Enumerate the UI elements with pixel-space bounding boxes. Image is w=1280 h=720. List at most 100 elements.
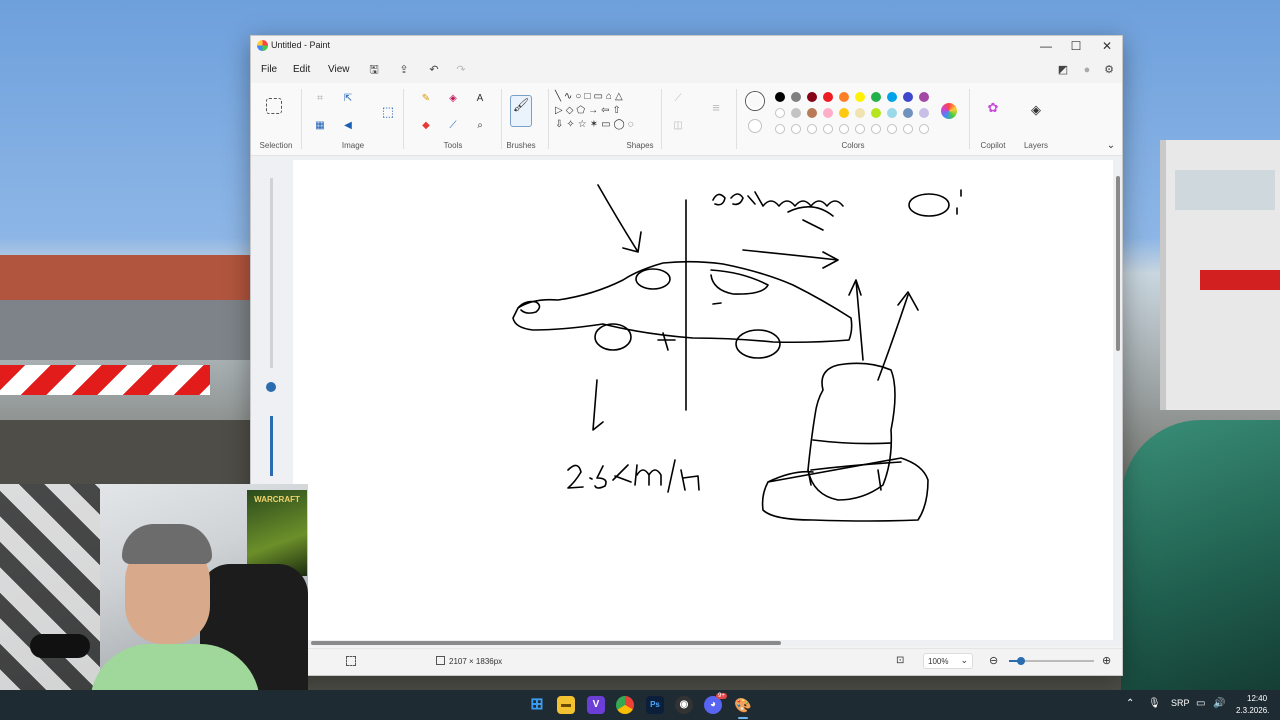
fit-to-window-icon[interactable]: ⊡	[896, 655, 904, 666]
secondary-color-swatch[interactable]	[748, 119, 762, 133]
drawing-canvas[interactable]	[293, 160, 1113, 640]
custom-color-slot[interactable]	[839, 124, 849, 134]
color-swatch[interactable]	[919, 92, 929, 102]
undo-icon[interactable]: ↶	[426, 62, 442, 78]
custom-color-slot[interactable]	[775, 124, 785, 134]
paint-taskbar-icon[interactable]: 🎨	[734, 696, 752, 714]
menu-view[interactable]: View	[328, 64, 350, 75]
color-swatch[interactable]	[903, 108, 913, 118]
color-swatch[interactable]	[855, 92, 865, 102]
color-swatch[interactable]	[839, 92, 849, 102]
redo-icon[interactable]: ↷	[453, 62, 469, 78]
ribbon-separator	[548, 89, 549, 149]
color-swatch[interactable]	[839, 108, 849, 118]
start-icon[interactable]: ⊞	[528, 696, 546, 714]
save-icon[interactable]: 🖫	[366, 62, 382, 78]
color-swatch[interactable]	[807, 108, 817, 118]
color-swatch[interactable]	[871, 92, 881, 102]
custom-color-slot[interactable]	[887, 124, 897, 134]
menu-edit[interactable]: Edit	[293, 64, 310, 75]
zoom-select[interactable]: 100% ⌄	[923, 653, 973, 669]
status-bar: 2107 × 1836px ⊡ 100% ⌄ ⊖ ⊕	[251, 648, 1122, 675]
visual-studio-icon[interactable]: V	[587, 696, 605, 714]
color-swatch[interactable]	[775, 92, 785, 102]
ribbon-collapse-chevron-icon[interactable]: ⌄	[1104, 139, 1118, 153]
rotate-icon[interactable]: ◀	[341, 119, 355, 133]
maximize-button[interactable]: ☐	[1061, 36, 1091, 56]
select-all-icon[interactable]: ▦	[313, 119, 327, 133]
horizontal-scrollbar[interactable]	[311, 641, 781, 645]
color-swatch[interactable]	[903, 92, 913, 102]
language-indicator[interactable]: SRP	[1171, 698, 1190, 708]
color-swatch[interactable]	[855, 108, 865, 118]
file-explorer-icon[interactable]: ▬	[557, 696, 575, 714]
pencil-icon[interactable]: ✎	[419, 92, 433, 106]
feedback-icon[interactable]: ◩	[1055, 62, 1071, 78]
color-swatch[interactable]	[871, 108, 881, 118]
layers-icon[interactable]: ◈	[1026, 101, 1046, 119]
clock-date[interactable]: 2.3.2026.	[1236, 706, 1269, 715]
photoshop-icon[interactable]: Ps	[646, 696, 664, 714]
color-swatch[interactable]	[887, 108, 897, 118]
canvas-workspace	[251, 156, 1122, 646]
settings-icon[interactable]: ⚙	[1101, 62, 1117, 78]
chrome-icon[interactable]	[616, 696, 634, 714]
fill-icon[interactable]: ◈	[446, 92, 460, 106]
custom-color-slot[interactable]	[903, 124, 913, 134]
color-swatch[interactable]	[823, 108, 833, 118]
close-button[interactable]: ✕	[1092, 36, 1122, 56]
custom-color-slot[interactable]	[823, 124, 833, 134]
vertical-zoom-slider[interactable]	[265, 178, 279, 478]
custom-color-slot[interactable]	[871, 124, 881, 134]
zoom-in-icon[interactable]: ⊕	[1102, 654, 1111, 667]
ribbon-separator	[736, 89, 737, 149]
primary-color-swatch[interactable]	[746, 92, 764, 110]
volume-icon[interactable]: 🔊	[1213, 698, 1225, 709]
tray-chevron-icon[interactable]: ⌃	[1126, 698, 1134, 709]
color-swatch[interactable]	[807, 92, 817, 102]
zoom-dropdown-chevron-icon: ⌄	[960, 655, 968, 665]
selection-tool-icon[interactable]	[266, 98, 282, 114]
copilot-icon[interactable]: ✿	[983, 99, 1003, 117]
slider-thumb[interactable]	[266, 382, 276, 392]
vertical-scrollbar[interactable]	[1116, 176, 1120, 351]
share-icon[interactable]: ⇪	[396, 62, 412, 78]
group-label-layers: Layers	[1023, 141, 1048, 150]
crop-icon[interactable]: ⌗	[313, 92, 327, 106]
shape-fill-icon[interactable]: ◫	[671, 119, 685, 133]
custom-color-slot[interactable]	[855, 124, 865, 134]
custom-color-slot[interactable]	[807, 124, 817, 134]
account-icon[interactable]: ●	[1079, 62, 1095, 78]
color-swatch[interactable]	[887, 92, 897, 102]
group-label-brushes: Brushes	[506, 141, 536, 150]
network-icon[interactable]: ▭	[1196, 698, 1205, 709]
edit-colors-icon[interactable]	[941, 103, 957, 119]
zoom-slider-thumb[interactable]	[1017, 657, 1025, 665]
microphone-icon[interactable]: 🎙	[1148, 698, 1161, 709]
color-swatch[interactable]	[791, 108, 801, 118]
image-select-icon[interactable]: ⬚	[378, 103, 398, 121]
size-icon[interactable]: ≡	[706, 99, 726, 117]
menu-file[interactable]: File	[261, 64, 277, 75]
minimize-button[interactable]: —	[1031, 36, 1061, 56]
custom-color-slot[interactable]	[791, 124, 801, 134]
obs-icon[interactable]: ◉	[675, 696, 693, 714]
shapes-gallery[interactable]: ╲∿○□▭⌂△ ▷◇⬠→⇦⇧ ⇩✧☆✶▭◯◌	[555, 90, 655, 138]
paint-window: Untitled - Paint — ☐ ✕ File Edit View 🖫 …	[250, 35, 1123, 676]
person-hair	[122, 524, 212, 564]
outline-icon[interactable]: ⟋	[671, 92, 685, 106]
resize-icon[interactable]: ⇱	[341, 92, 355, 106]
color-picker-icon[interactable]: ⟋	[446, 119, 460, 133]
color-swatch[interactable]	[775, 108, 785, 118]
brush-icon[interactable]: 🖌	[510, 95, 532, 127]
custom-color-slot[interactable]	[919, 124, 929, 134]
color-swatch[interactable]	[791, 92, 801, 102]
text-icon[interactable]: A	[473, 92, 487, 106]
title-bar: Untitled - Paint — ☐ ✕	[251, 36, 1122, 56]
color-swatch[interactable]	[823, 92, 833, 102]
color-swatch[interactable]	[919, 108, 929, 118]
clock-time[interactable]: 12:40	[1247, 694, 1267, 703]
zoom-out-icon[interactable]: ⊖	[989, 654, 998, 667]
eraser-icon[interactable]: ◆	[419, 119, 433, 133]
magnifier-icon[interactable]: ⌕	[473, 119, 487, 133]
